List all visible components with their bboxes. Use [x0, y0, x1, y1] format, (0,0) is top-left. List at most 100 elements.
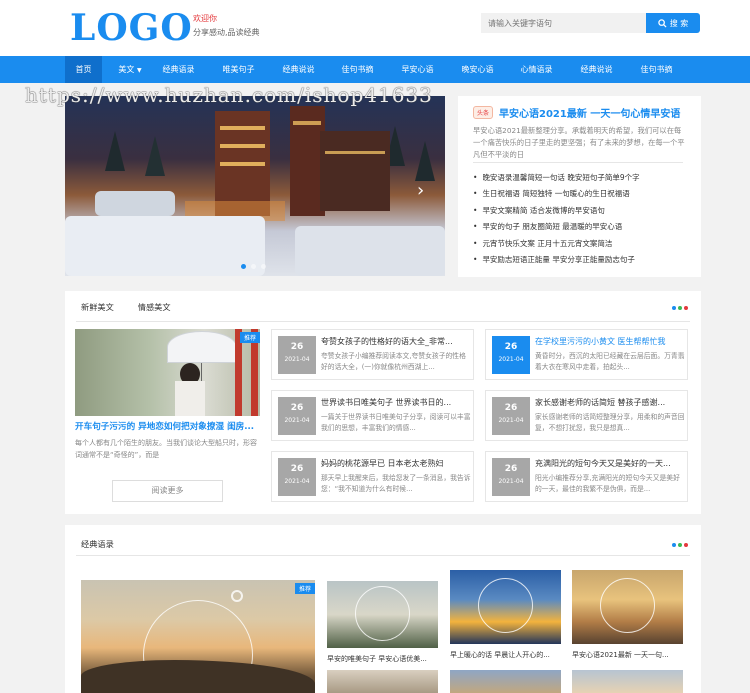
decor-dots — [672, 543, 688, 547]
section-underline — [76, 555, 690, 556]
quote-thumb[interactable]: 早上暖心的话 早晨让人开心的... — [450, 570, 561, 660]
date-day: 26 — [504, 342, 518, 352]
featured-image[interactable]: 推荐 — [75, 329, 260, 416]
thumb-image — [572, 570, 683, 644]
window-lights — [220, 126, 265, 130]
snow-roof — [95, 191, 175, 216]
quotes-panel: 经典语录 推荐 早安的唯美句子 早安心语优美... 早上暖心的话 早晨让人开心的… — [65, 525, 701, 693]
dot-shape — [678, 543, 682, 547]
thumb-caption[interactable]: 早上暖心的话 早晨让人开心的... — [450, 650, 561, 660]
slider-dots — [241, 264, 266, 269]
list-item[interactable]: 晚安语录温馨简短一句话 晚安短句子简单9个字 — [473, 170, 688, 186]
date-badge: 26 2021-04 — [492, 397, 530, 435]
tab-fresh[interactable]: 新鲜美文 — [81, 301, 114, 313]
article-card[interactable]: 26 2021-04 在学校里污污的小黄文 医生帮帮忙我 黄昏时分，西沉的太阳已经… — [485, 329, 688, 380]
card-title[interactable]: 夸赞女孩子的性格好的语大全_非常... — [321, 336, 471, 347]
thumb-image — [327, 581, 438, 648]
date-badge: 26 2021-04 — [492, 336, 530, 374]
card-title[interactable]: 世界读书日唯美句子 世界读书日的... — [321, 397, 471, 408]
nav-item-morning[interactable]: 早安心语 — [394, 56, 441, 83]
headline-title[interactable]: 早安心语2021最新 一天一句心情早安语 — [499, 105, 680, 120]
nav-item-quotes[interactable]: 经典语录 — [155, 56, 202, 83]
thumb-caption[interactable]: 早安的唯美句子 早安心语优美... — [327, 654, 438, 664]
nav-item-excerpts-2[interactable]: 佳句书摘 — [633, 56, 680, 83]
nav-item-talks-2[interactable]: 经典说说 — [573, 56, 620, 83]
search-input[interactable] — [481, 13, 646, 33]
card-title[interactable]: 家长感谢老师的话简短 替孩子感谢... — [535, 397, 685, 408]
headline-desc: 早安心语2021最新整理分享。承载着明天的希望，我们可以在每一个痛苦快乐的日子里… — [473, 126, 685, 159]
hero-slider[interactable] — [65, 96, 445, 276]
divider — [473, 162, 683, 163]
list-item[interactable]: 生日祝福语 简短独特 一句暖心的生日祝福语 — [473, 186, 688, 202]
building-shape — [320, 131, 390, 211]
dot-shape — [684, 306, 688, 310]
search-box: 搜 索 — [481, 13, 700, 33]
main-nav: 首页 美文 ▼ 经典语录 唯美句子 经典说说 佳句书摘 早安心语 晚安心语 心情… — [0, 56, 750, 83]
search-icon — [657, 18, 667, 28]
site-logo[interactable]: LOGO — [70, 10, 193, 46]
window-lights — [325, 151, 385, 154]
headline-title-row: 头条 早安心语2021最新 一天一句心情早安语 — [473, 105, 680, 120]
chevron-right-icon[interactable]: › — [417, 180, 424, 201]
thumb-image-partial[interactable] — [450, 670, 561, 693]
article-card[interactable]: 26 2021-04 世界读书日唯美句子 世界读书日的... 一篇关于世界读书日唯… — [271, 390, 474, 441]
article-card[interactable]: 26 2021-04 夸赞女孩子的性格好的语大全_非常... 夸赞女孩子小编推荐阅… — [271, 329, 474, 380]
body-shape — [175, 381, 205, 416]
date-month: 2021-04 — [498, 478, 524, 485]
list-item[interactable]: 早安的句子 朋友圈简短 最温暖的早安心语 — [473, 219, 688, 235]
date-month: 2021-04 — [498, 356, 524, 363]
date-badge: 26 2021-04 — [278, 458, 316, 496]
thumb-caption[interactable]: 早安心语2021最新 一天一句... — [572, 650, 683, 660]
date-month: 2021-04 — [284, 356, 310, 363]
thumb-image-partial[interactable] — [327, 670, 438, 693]
search-button[interactable]: 搜 索 — [646, 13, 700, 33]
article-card[interactable]: 26 2021-04 家长感谢老师的话简短 替孩子感谢... 家长感谢老师的话简短… — [485, 390, 688, 441]
tab-underline — [76, 321, 690, 322]
nav-meiwen[interactable]: 美文 ▼ — [110, 56, 150, 83]
nav-item-excerpts[interactable]: 佳句书摘 — [334, 56, 381, 83]
tab-emotion[interactable]: 情感美文 — [138, 301, 171, 313]
nav-item-sentences[interactable]: 唯美句子 — [215, 56, 262, 83]
nav-item-mood[interactable]: 心情语录 — [513, 56, 560, 83]
read-more-button[interactable]: 阅读更多 — [112, 480, 223, 502]
tagline: 欢迎你 分享感动,品读经典 — [193, 12, 260, 40]
search-button-label: 搜 索 — [669, 18, 689, 28]
featured-title[interactable]: 开车句子污污的 异地恋如何把对象撩湿 闺房... — [75, 420, 260, 432]
slider-dot[interactable] — [241, 264, 246, 269]
nav-item-talks[interactable]: 经典说说 — [275, 56, 322, 83]
tagline-welcome: 欢迎你 — [193, 14, 217, 23]
section-title: 经典语录 — [81, 539, 114, 549]
card-title[interactable]: 妈妈的桃花源早已 日本老太老熟妇 — [321, 458, 471, 469]
headline-box: 头条 早安心语2021最新 一天一句心情早安语 早安心语2021最新整理分享。承… — [458, 96, 701, 277]
date-badge: 26 2021-04 — [492, 458, 530, 496]
dot-shape — [684, 543, 688, 547]
quote-thumb[interactable]: 早安心语2021最新 一天一句... — [572, 570, 683, 660]
tree-shape — [105, 131, 125, 171]
card-desc: 黄昏时分，西沉的太阳已经藏在云层后面。万青翡着大衣在寒风中走着，拍起头... — [535, 352, 685, 371]
window-lights — [220, 144, 265, 148]
quote-thumb[interactable]: 早安的唯美句子 早安心语优美... — [327, 581, 438, 664]
nav-meiwen-label: 美文 — [118, 65, 135, 74]
thumb-image-partial[interactable] — [572, 670, 683, 693]
headline-list: 晚安语录温馨简短一句话 晚安短句子简单9个字 生日祝福语 简短独特 一句暖心的生… — [473, 170, 688, 268]
circle-shape — [600, 578, 655, 633]
card-title[interactable]: 充满阳光的短句今天又是美好的一天... — [535, 458, 685, 469]
featured-quote-image[interactable]: 推荐 — [81, 580, 315, 693]
slider-dot[interactable] — [261, 264, 266, 269]
nav-item-night[interactable]: 晚安心语 — [454, 56, 501, 83]
slider-dot[interactable] — [251, 264, 256, 269]
article-card[interactable]: 26 2021-04 妈妈的桃花源早已 日本老太老熟妇 那天早上我醒来后，我给您发… — [271, 451, 474, 502]
tagline-slogan: 分享感动,品读经典 — [193, 28, 260, 37]
nav-home[interactable]: 首页 — [65, 56, 102, 83]
dot-shape — [672, 543, 676, 547]
headline-badge: 头条 — [473, 106, 494, 119]
window-lights — [293, 121, 321, 125]
date-day: 26 — [290, 403, 304, 413]
list-item[interactable]: 早安文案精简 适合发微博的早安语句 — [473, 203, 688, 219]
article-card[interactable]: 26 2021-04 充满阳光的短句今天又是美好的一天... 阳光小编推荐分享,充… — [485, 451, 688, 502]
circle-shape — [355, 586, 410, 641]
card-title[interactable]: 在学校里污污的小黄文 医生帮帮忙我 — [535, 336, 685, 347]
list-item[interactable]: 早安励志短语正能量 早安分享正能量励志句子 — [473, 252, 688, 268]
hill-shape — [81, 660, 315, 693]
list-item[interactable]: 元宵节快乐文案 正月十五元宵文案简洁 — [473, 236, 688, 252]
